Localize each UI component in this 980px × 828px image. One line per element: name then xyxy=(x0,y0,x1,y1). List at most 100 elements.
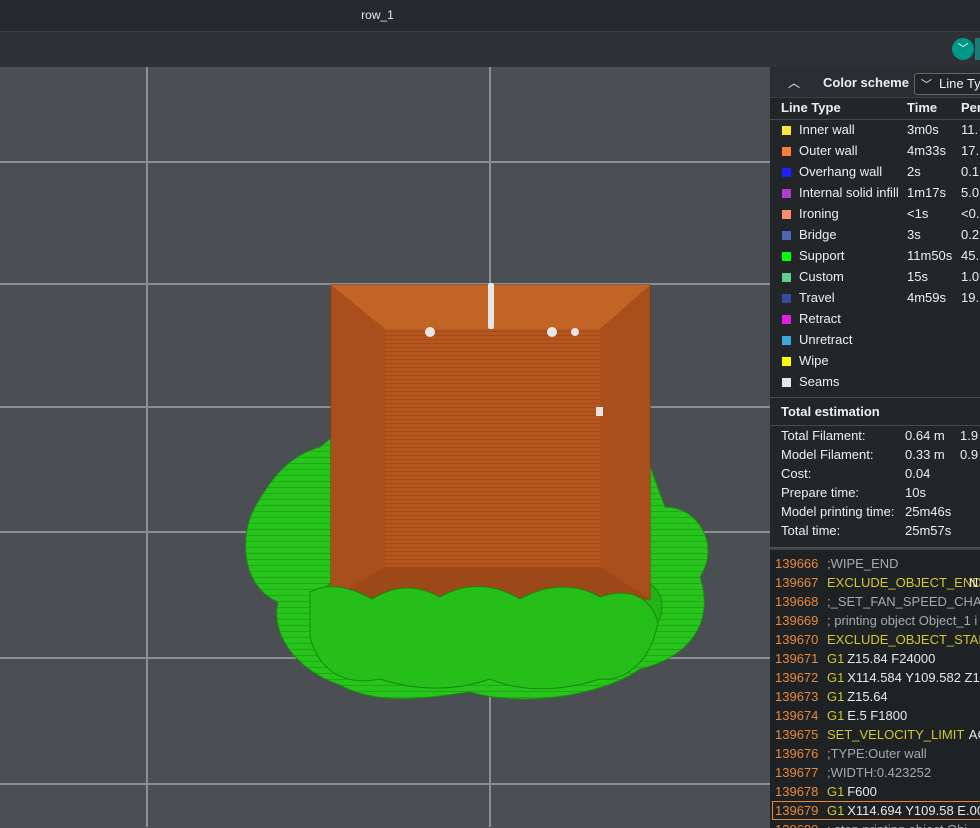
line-type-percent: 5.0 xyxy=(961,185,980,200)
gcode-line[interactable]: 139675 SET_VELOCITY_LIMITACC xyxy=(770,725,980,744)
color-swatch xyxy=(782,126,791,135)
legend-header: ︿ Color scheme ﹀ Line Ty xyxy=(770,67,980,98)
divider xyxy=(770,425,980,426)
line-type-label: Retract xyxy=(799,311,841,326)
line-type-percent: 17. xyxy=(961,143,980,158)
gcode-comment: ; stop printing object Obj xyxy=(827,822,967,828)
color-swatch xyxy=(782,336,791,345)
gcode-line[interactable]: 139671 G1 Z15.84 F24000 xyxy=(770,649,980,668)
gcode-args: X114.694 Y109.58 E.00 xyxy=(847,803,980,818)
gcode-line[interactable]: 139678 G1 F600 xyxy=(770,782,980,801)
line-type-label: Unretract xyxy=(799,332,853,347)
model-preview xyxy=(245,283,709,700)
line-type-percent: <0. xyxy=(961,206,980,221)
legend-row[interactable]: Outer wall 4m33s 17. xyxy=(770,142,980,163)
legend-row[interactable]: Seams xyxy=(770,373,980,394)
gcode-line-number: 139668 xyxy=(775,594,819,609)
line-type-label: Support xyxy=(799,248,845,263)
estimation-extra: 1.9 xyxy=(960,428,979,443)
divider xyxy=(770,119,980,120)
gcode-command: G1 xyxy=(827,651,845,666)
gcode-args: Z15.64 xyxy=(847,689,888,704)
estimation-row: Model Filament: 0.33 m 0.9 xyxy=(770,447,980,466)
gcode-line-number: 139678 xyxy=(775,784,819,799)
legend-row[interactable]: Wipe xyxy=(770,352,980,373)
legend-row[interactable]: Overhang wall 2s 0.1 xyxy=(770,163,980,184)
estimation-row: Cost: 0.04 xyxy=(770,466,980,485)
legend-row[interactable]: Internal solid infill 1m17s 5.0 xyxy=(770,184,980,205)
chevron-down-icon[interactable]: ﹀ xyxy=(952,38,974,60)
gcode-command: SET_VELOCITY_LIMIT xyxy=(827,727,965,742)
gcode-line[interactable]: 139674 G1 E.5 F1800 xyxy=(770,706,980,725)
color-swatch xyxy=(782,147,791,156)
legend-row[interactable]: Support 11m50s 45. xyxy=(770,247,980,268)
legend-row[interactable]: Travel 4m59s 19. xyxy=(770,289,980,310)
gcode-line-number: 139673 xyxy=(775,689,819,704)
gcode-line[interactable]: 139673 G1 Z15.64 xyxy=(770,687,980,706)
color-swatch xyxy=(782,378,791,387)
gcode-comment: ;_SET_FAN_SPEED_CHANG xyxy=(827,594,980,609)
title-bar: row_1 xyxy=(0,0,980,32)
gcode-line-number: 139675 xyxy=(775,727,819,742)
line-type-label: Wipe xyxy=(799,353,829,368)
gcode-line[interactable]: 139666 ;WIPE_END xyxy=(770,554,980,573)
legend-row[interactable]: Unretract xyxy=(770,331,980,352)
column-header-time: Time xyxy=(907,100,938,115)
gcode-line[interactable]: 139679 G1 X114.694 Y109.58 E.00 xyxy=(770,801,980,820)
gcode-line[interactable]: 139669 ; printing object Object_1 i xyxy=(770,611,980,630)
gcode-command: G1 xyxy=(827,689,845,704)
toolbar xyxy=(0,32,980,67)
line-type-label: Travel xyxy=(799,290,835,305)
color-scheme-label: Color scheme xyxy=(823,75,909,90)
gcode-args: N xyxy=(968,575,979,590)
legend-row[interactable]: Retract xyxy=(770,310,980,331)
line-type-label: Internal solid infill xyxy=(799,185,899,200)
gcode-line-number: 139676 xyxy=(775,746,819,761)
legend-row[interactable]: Inner wall 3m0s 11. xyxy=(770,121,980,142)
legend-panel: ︿ Color scheme ﹀ Line Ty Line Type Time … xyxy=(770,67,980,547)
gcode-line-number: 139670 xyxy=(775,632,819,647)
line-type-label: Ironing xyxy=(799,206,839,221)
estimation-row: Prepare time: 10s xyxy=(770,485,980,504)
gcode-line[interactable]: 139668 ;_SET_FAN_SPEED_CHANG xyxy=(770,592,980,611)
line-type-label: Custom xyxy=(799,269,844,284)
gcode-line-number: 139667 xyxy=(775,575,819,590)
legend-row[interactable]: Custom 15s 1.0 xyxy=(770,268,980,289)
gcode-comment: ; printing object Object_1 i xyxy=(827,613,978,628)
line-type-time: 4m59s xyxy=(907,290,947,305)
gcode-line[interactable]: 139677 ;WIDTH:0.423252 xyxy=(770,763,980,782)
gcode-line[interactable]: 139676 ;TYPE:Outer wall xyxy=(770,744,980,763)
line-type-percent: 0.2 xyxy=(961,227,980,242)
color-scheme-dropdown[interactable]: ﹀ Line Ty xyxy=(914,73,980,95)
gcode-line[interactable]: 139672 G1 X114.584 Y109.582 Z1 xyxy=(770,668,980,687)
estimation-row: Model printing time: 25m46s xyxy=(770,504,980,523)
line-type-time: 3m0s xyxy=(907,122,939,137)
estimation-row: Total time: 25m57s xyxy=(770,523,980,542)
gcode-viewer[interactable]: 139666 ;WIPE_END 139667 EXCLUDE_OBJECT_END N… xyxy=(770,549,980,828)
window-title: row_1 xyxy=(361,8,394,22)
chevron-up-icon[interactable]: ︿ xyxy=(788,74,800,91)
estimation-label: Prepare time: xyxy=(781,485,860,500)
gcode-line-number: 139671 xyxy=(775,651,819,666)
column-header-line-type: Line Type xyxy=(781,100,841,115)
line-type-label: Overhang wall xyxy=(799,164,883,179)
legend-row[interactable]: Ironing <1s <0. xyxy=(770,205,980,226)
line-type-label: Outer wall xyxy=(799,143,858,158)
legend-row[interactable]: Bridge 3s 0.2 xyxy=(770,226,980,247)
gcode-line-number: 139669 xyxy=(775,613,819,628)
3d-viewport[interactable] xyxy=(0,67,770,827)
color-swatch xyxy=(782,273,791,282)
line-type-percent: 19. xyxy=(961,290,980,305)
gcode-line[interactable]: 139670 EXCLUDE_OBJECT_START xyxy=(770,630,980,649)
line-type-time: 11m50s xyxy=(907,248,953,263)
color-swatch xyxy=(782,168,791,177)
gcode-comment: ;TYPE:Outer wall xyxy=(827,746,927,761)
gcode-line[interactable]: 139667 EXCLUDE_OBJECT_END N xyxy=(770,573,980,592)
panel-edge xyxy=(975,38,980,60)
estimation-label: Cost: xyxy=(781,466,812,481)
line-type-label: Bridge xyxy=(799,227,837,242)
gcode-line-number: 139677 xyxy=(775,765,819,780)
gcode-command: G1 xyxy=(827,784,845,799)
estimation-value: 25m46s xyxy=(905,504,952,519)
gcode-command: EXCLUDE_OBJECT_START xyxy=(827,632,980,647)
